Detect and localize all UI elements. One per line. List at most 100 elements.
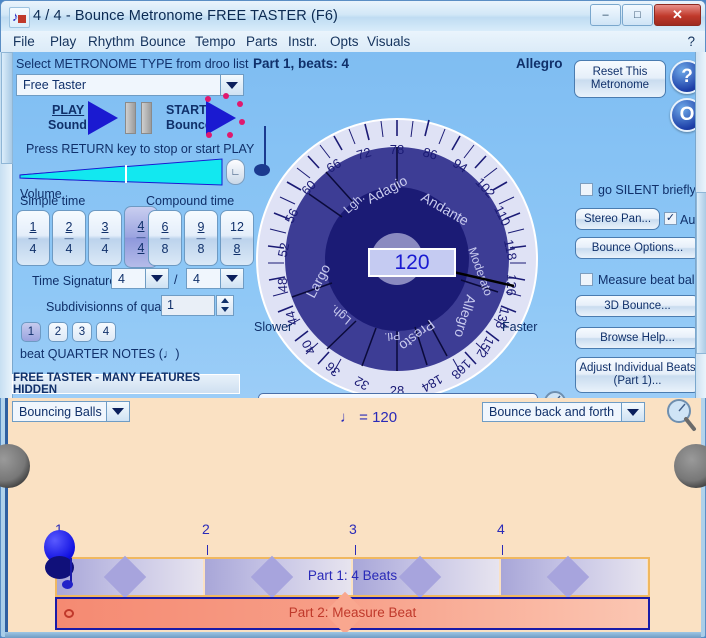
measure-beat-ball-checkbox[interactable] (580, 273, 593, 286)
stereo-pan-button[interactable]: Stereo Pan... (575, 208, 660, 230)
ts-divider: — (100, 233, 110, 243)
minimize-button[interactable]: – (590, 4, 621, 26)
time-sig-button-1-4[interactable]: 1 — 4 (16, 210, 50, 266)
title-bar: ♪ 4 / 4 - Bounce Metronome FREE TASTER (… (1, 1, 705, 31)
start-bounce-label-1: START (166, 103, 207, 117)
ts-denominator: 4 (137, 241, 145, 255)
beat-tick-2 (207, 545, 208, 555)
menu-help-icon[interactable]: ? (687, 34, 695, 49)
sparkle-icon (223, 93, 229, 99)
time-signature-denominator-select[interactable]: 4 (186, 268, 244, 289)
app-icon: ♪ (9, 7, 30, 28)
ts-denominator: 4 (101, 242, 109, 256)
stepper-down-icon[interactable] (217, 305, 233, 314)
reset-label-2: Metronome (590, 79, 650, 91)
visual-type-select[interactable]: Bouncing Balls (12, 401, 130, 422)
chevron-down-icon[interactable] (106, 402, 129, 421)
beat-button-3[interactable]: 3 (72, 322, 92, 342)
scrollbar-thumb[interactable] (696, 192, 706, 354)
free-taster-banner: FREE TASTER - MANY FEATURES HIDDEN (12, 372, 240, 396)
bouncing-ball-dot (62, 580, 73, 589)
menu-item-play[interactable]: Play (48, 34, 78, 49)
right-scrollbar[interactable] (695, 52, 706, 398)
menu-item-visuals[interactable]: Visuals (365, 34, 412, 49)
bounce-mode-value: Bounce back and forth (489, 405, 615, 419)
play-sound-label-2: Sound (48, 118, 87, 132)
volume-knob[interactable]: ∟ (226, 159, 245, 185)
tempo-readout: ♩ = 120 (340, 409, 398, 426)
subdivisions-input[interactable]: 1 (161, 295, 215, 316)
time-signature-separator: / (174, 273, 178, 287)
magnifier-icon[interactable] (541, 390, 571, 398)
dial-tick-48: 48 (275, 278, 290, 293)
measure-beat-ball-label: Measure beat ball (598, 273, 698, 287)
tempo-value-box[interactable]: 120 (368, 248, 456, 277)
ts-numerator: 2 (65, 220, 73, 234)
dial-tick-78: 78 (390, 142, 404, 157)
metronome-type-select[interactable]: Free Taster (16, 74, 244, 96)
stepper-up-icon[interactable] (217, 296, 233, 305)
ts-numerator: 4 (137, 219, 145, 233)
magnifier-icon[interactable] (663, 398, 697, 432)
time-sig-button-3-4[interactable]: 3 — 4 (88, 210, 122, 266)
reset-metronome-button[interactable]: Reset This Metronome (574, 60, 666, 98)
ts-divider: — (232, 233, 242, 243)
volume-slider[interactable] (18, 157, 226, 187)
status-bar (5, 632, 701, 638)
menu-item-instr[interactable]: Instr. (286, 34, 319, 49)
pause-button[interactable] (125, 102, 152, 134)
bounce-mode-select[interactable]: Bounce back and forth (482, 402, 645, 422)
time-sig-button-9-8[interactable]: 9 — 8 (184, 210, 218, 266)
dial-slower-label: Slower (254, 320, 293, 334)
sparkle-icon (227, 132, 233, 138)
auto-checkbox[interactable]: ✓ (664, 212, 677, 225)
beat-button-2[interactable]: 2 (48, 322, 68, 342)
simple-time-label: Simple time (20, 194, 86, 208)
time-sig-button-6-8[interactable]: 6 — 8 (148, 210, 182, 266)
subdivisions-stepper[interactable] (216, 295, 234, 316)
menu-item-file[interactable]: File (11, 34, 37, 49)
start-bounce-label-2: Bounce (166, 118, 212, 132)
dial-tick-52: 52 (275, 241, 293, 258)
ts-numerator: 6 (161, 220, 169, 234)
chevron-down-icon[interactable] (220, 269, 243, 288)
select-type-label: Select METRONOME TYPE from droo list (16, 57, 249, 71)
three-d-bounce-button[interactable]: 3D Bounce... (575, 295, 700, 317)
browse-help-button[interactable]: Browse Help... (575, 327, 700, 349)
chevron-down-icon[interactable] (220, 75, 243, 95)
left-scrollbar[interactable] (0, 52, 13, 398)
part2-measure-ball-icon (64, 609, 74, 618)
chevron-down-icon[interactable] (621, 403, 644, 421)
start-bounce-button[interactable] (206, 101, 236, 135)
part1-label: Part 1: 4 Beats (307, 568, 398, 583)
ts-denominator: 8 (233, 242, 241, 256)
time-sig-button-12-8[interactable]: 12 — 8 (220, 210, 254, 266)
beat-marker-2: 2 (202, 521, 210, 537)
close-button[interactable]: ✕ (654, 4, 701, 26)
maximize-button[interactable]: □ (622, 4, 653, 26)
dial-tempo-name: Allegro (516, 56, 563, 71)
menu-item-bounce[interactable]: Bounce (138, 34, 188, 49)
menu-item-opts[interactable]: Opts (328, 34, 361, 49)
ts-divider: — (196, 233, 206, 243)
menu-item-rhythm[interactable]: Rhythm (86, 34, 137, 49)
beat-button-4[interactable]: 4 (96, 322, 116, 342)
beat-marker-3: 3 (349, 521, 357, 537)
chevron-down-icon[interactable] (145, 269, 168, 288)
ts-numerator: 1 (29, 220, 37, 234)
time-signature-numerator-select[interactable]: 4 (111, 268, 169, 289)
bounce-options-button[interactable]: Bounce Options... (575, 237, 700, 259)
ts-divider: — (160, 233, 170, 243)
menu-item-parts[interactable]: Parts (244, 34, 280, 49)
dial-zone-ptl: Ptl. (384, 329, 401, 342)
go-silent-label: go SILENT briefly (598, 183, 696, 197)
go-silent-checkbox[interactable] (580, 183, 593, 196)
scrollbar-thumb[interactable] (1, 52, 13, 164)
adjust-individual-beats-button[interactable]: Adjust Individual Beats (Part 1)... (575, 357, 700, 393)
menu-item-tempo[interactable]: Tempo (193, 34, 238, 49)
beat-button-1[interactable]: 1 (21, 322, 41, 342)
play-sound-label-1: PLAY (52, 103, 85, 117)
play-sound-button[interactable] (88, 101, 118, 135)
time-sig-button-2-4[interactable]: 2 — 4 (52, 210, 86, 266)
return-key-hint: Press RETURN key to stop or start PLAY (26, 142, 255, 156)
